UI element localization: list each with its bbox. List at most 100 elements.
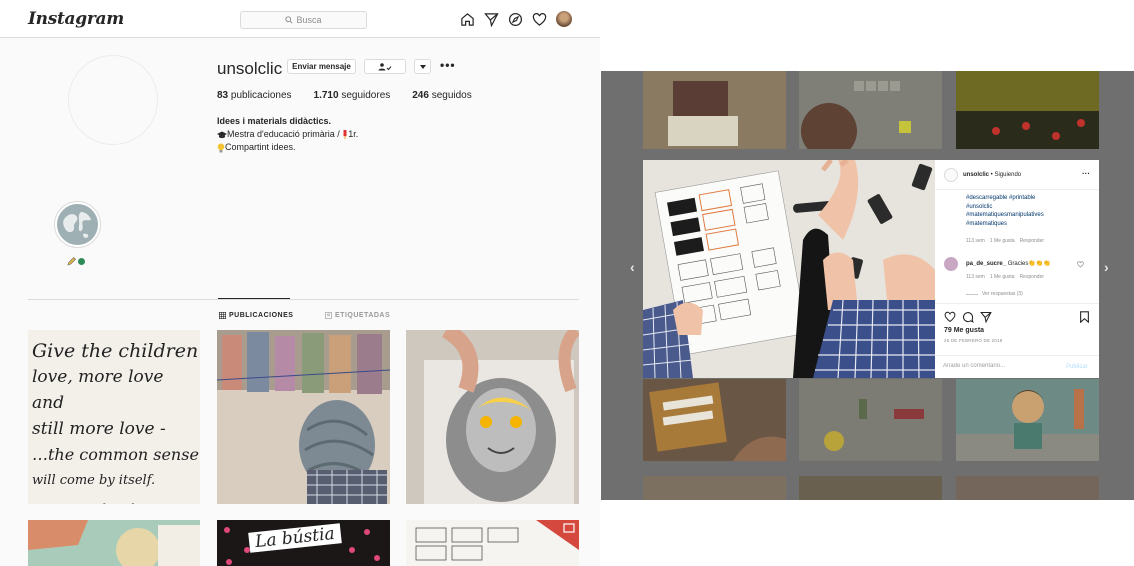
search-placeholder: Busca — [296, 15, 322, 25]
caption-meta: 113 sem 1 Me gusta Responder — [966, 238, 1049, 244]
face-photo — [406, 330, 579, 504]
send-message-button[interactable]: Enviar mensaje — [287, 59, 356, 74]
hashtag-line-3[interactable]: #matematiquesmanipulatives — [966, 211, 1044, 220]
profile-picture[interactable] — [68, 55, 158, 145]
background-post-9 — [956, 476, 1099, 500]
background-post-4 — [643, 379, 786, 461]
comment-reply[interactable]: Responder — [1020, 274, 1044, 280]
background-post-8 — [799, 476, 942, 500]
post-thumbnail-face-masks[interactable] — [406, 330, 579, 504]
caption-likes[interactable]: 1 Me gusta — [990, 238, 1015, 244]
tab-tagged[interactable]: ETIQUETADAS — [325, 312, 390, 319]
view-replies-link[interactable]: Ver respuestas (3) — [966, 291, 1023, 297]
previous-post-chevron-icon[interactable]: ‹ — [630, 259, 635, 275]
like-heart-icon[interactable] — [944, 311, 956, 323]
add-comment-bar: Publicar — [935, 355, 1099, 378]
story-highlight[interactable] — [54, 201, 101, 248]
posts-count: 83 — [217, 90, 229, 101]
hashtag-line-2[interactable]: #unsolclic — [966, 203, 1044, 212]
view-replies-text: Ver respuestas (3) — [982, 291, 1023, 297]
post-thumbnail-worksheet[interactable] — [406, 520, 579, 566]
active-tab-indicator — [218, 298, 290, 299]
add-comment-input[interactable] — [943, 363, 1053, 369]
hashtag-line-4[interactable]: #matematiques — [966, 220, 1044, 229]
user-check-icon — [378, 62, 392, 70]
post-actions: 79 Me gusta 26 DE FEBRERO DE 2018 — [935, 303, 1099, 343]
yarn-photo — [217, 330, 390, 504]
light-bulb-icon — [217, 143, 225, 153]
direct-message-icon[interactable] — [484, 12, 499, 27]
instagram-logo[interactable]: Instagram — [28, 9, 124, 29]
screenshot-composite: Instagram Busca unsolclic Enviar mensaje… — [0, 0, 1134, 566]
hashtag-line-1[interactable]: #descarregable #printable — [966, 194, 1044, 203]
post-thumbnail-4[interactable] — [28, 520, 200, 566]
comment-bubble-icon[interactable] — [962, 311, 974, 323]
post-details-panel: unsolclic • Siguiendo ··· #descarregable… — [935, 160, 1099, 378]
caret-down-icon — [419, 64, 426, 69]
commenter-username[interactable]: pa_de_sucre_ — [966, 261, 1006, 267]
following-stat[interactable]: 246 seguidos — [412, 90, 472, 101]
comment-likes[interactable]: 1 Me gusta — [990, 274, 1015, 280]
profile-avatar-nav[interactable] — [556, 11, 572, 27]
more-options-icon[interactable]: ••• — [440, 58, 456, 72]
quote-line-4: …the common sense — [32, 445, 199, 464]
profile-bio: Idees i materials didàctics. Mestra d'ed… — [217, 115, 358, 154]
following-label: seguidos — [431, 90, 472, 101]
post-author-line: unsolclic • Siguiendo — [963, 172, 1021, 178]
quote-line-3: still more love - — [32, 419, 166, 439]
suggestions-dropdown-button[interactable] — [414, 59, 431, 74]
publish-comment-button[interactable]: Publicar — [1066, 364, 1088, 370]
post-follow-status[interactable]: • Siguiendo — [989, 172, 1021, 178]
tag-person-icon — [325, 312, 332, 319]
quote-signature: Astrid Lindgren — [72, 496, 200, 504]
caption-hashtags: #descarregable #printable #unsolclic #ma… — [966, 194, 1044, 228]
home-icon[interactable] — [460, 12, 475, 27]
posts-stat[interactable]: 83 publicaciones — [217, 90, 292, 101]
comment-meta: 113 sem 1 Me gusta Responder — [966, 274, 1049, 280]
bio-line-3: Compartint idees. — [217, 141, 358, 154]
background-post-3 — [956, 71, 1099, 149]
search-icon — [285, 16, 294, 24]
tab-tagged-label: ETIQUETADAS — [335, 312, 391, 319]
tile4-photo — [28, 520, 200, 566]
save-bookmark-icon[interactable] — [1079, 311, 1090, 323]
following-count: 246 — [412, 90, 429, 101]
post-author-avatar[interactable] — [944, 168, 958, 182]
followers-count: 1.710 — [313, 90, 339, 101]
post-thumbnail-la-bustia[interactable]: La bústia — [217, 520, 390, 566]
post-date: 26 DE FEBRERO DE 2018 — [944, 338, 1003, 343]
post-more-options-icon[interactable]: ··· — [1082, 169, 1090, 178]
likes-count[interactable]: 79 Me gusta — [944, 327, 984, 334]
comment-like-heart-icon[interactable] — [1077, 261, 1084, 268]
dominoes-worksheet-photo — [643, 160, 935, 378]
activity-heart-icon[interactable] — [532, 12, 547, 27]
profile-stats: 83 publicaciones 1.710 seguidores 246 se… — [217, 90, 472, 101]
action-icons — [944, 311, 992, 323]
replies-line — [966, 293, 978, 295]
post-thumbnail-quote[interactable]: Give the children love, more love and st… — [28, 330, 200, 504]
worksheet-photo — [406, 520, 579, 566]
grid-icon — [219, 312, 226, 319]
posts-label: publicaciones — [230, 90, 292, 101]
bio-name: Idees i materials didàctics. — [217, 116, 332, 126]
comment: pa_de_sucre_ Gracies👏👏👏 — [966, 260, 1051, 267]
post-thumbnail-yarn-circle[interactable] — [217, 330, 390, 504]
tabs-divider — [28, 299, 579, 300]
tab-posts[interactable]: PUBLICACIONES — [219, 312, 293, 319]
next-post-chevron-icon[interactable]: › — [1104, 259, 1109, 275]
background-post-7 — [643, 476, 786, 500]
following-button[interactable] — [364, 59, 406, 74]
highlight-label — [67, 257, 85, 266]
post-image[interactable] — [643, 160, 935, 378]
post-author-username[interactable]: unsolclic — [963, 172, 989, 178]
profile-username: unsolclic — [217, 59, 283, 78]
explore-icon[interactable] — [508, 12, 523, 27]
followers-label: seguidores — [341, 90, 391, 101]
caption-reply[interactable]: Responder — [1020, 238, 1044, 244]
followers-stat[interactable]: 1.710 seguidores — [314, 90, 391, 101]
commenter-avatar[interactable] — [944, 257, 958, 271]
share-icon[interactable] — [980, 311, 992, 323]
search-box[interactable]: Busca — [240, 11, 367, 29]
background-post-1 — [643, 71, 786, 149]
nav-icons — [460, 11, 572, 27]
